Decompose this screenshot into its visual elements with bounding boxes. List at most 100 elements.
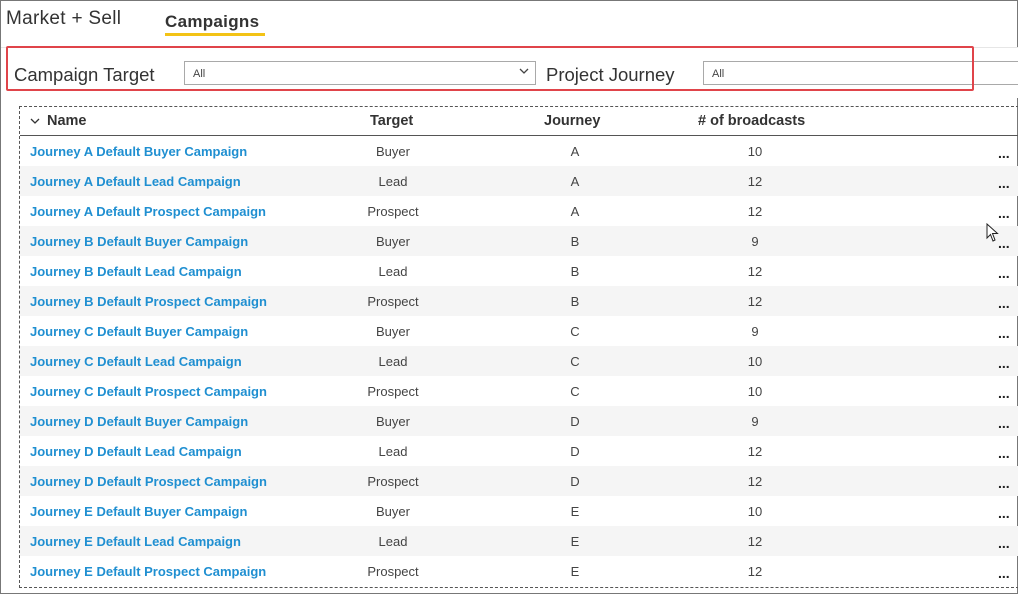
broadcasts-cell: 10 xyxy=(747,354,763,369)
app-window: Market + Sell Campaigns Campaign Target … xyxy=(0,0,1018,594)
target-cell: Lead xyxy=(378,444,408,459)
target-cell: Prospect xyxy=(367,474,419,489)
row-more-icon[interactable]: ... xyxy=(998,386,1010,400)
table-row: Journey A Default Lead Campaign Lead A 12..… xyxy=(20,166,1018,196)
campaign-name-link[interactable]: Journey B Default Lead Campaign xyxy=(30,264,242,279)
journey-cell: A xyxy=(570,174,580,189)
filter-bar: Campaign Target All Project Journey All xyxy=(1,48,1018,98)
broadcasts-cell: 9 xyxy=(751,324,759,339)
journey-cell: A xyxy=(570,144,580,159)
sort-chevron-icon[interactable] xyxy=(30,117,40,125)
table-row: Journey E Default Buyer Campaign Buyer E 10… xyxy=(20,496,1018,526)
row-more-icon[interactable]: ... xyxy=(998,296,1010,310)
row-more-icon[interactable]: ... xyxy=(998,536,1010,550)
broadcasts-cell: 12 xyxy=(747,444,763,459)
broadcasts-cell: 12 xyxy=(747,534,763,549)
journey-cell: D xyxy=(570,474,580,489)
table-row: Journey A Default Prospect Campaign Prosp… xyxy=(20,196,1018,226)
broadcasts-cell: 9 xyxy=(751,234,759,249)
table-row: Journey C Default Prospect Campaign Prosp… xyxy=(20,376,1018,406)
table-row: Journey E Default Lead Campaign Lead E 12..… xyxy=(20,526,1018,556)
table-row: Journey A Default Buyer Campaign Buyer A 10… xyxy=(20,136,1018,166)
broadcasts-cell: 10 xyxy=(747,504,763,519)
campaign-name-link[interactable]: Journey E Default Lead Campaign xyxy=(30,534,241,549)
row-more-icon[interactable]: ... xyxy=(998,416,1010,430)
campaign-name-link[interactable]: Journey C Default Buyer Campaign xyxy=(30,324,248,339)
journey-cell: D xyxy=(570,414,580,429)
row-more-icon[interactable]: ... xyxy=(998,266,1010,280)
campaign-name-link[interactable]: Journey A Default Buyer Campaign xyxy=(30,144,247,159)
row-more-icon[interactable]: ... xyxy=(998,476,1010,490)
project-journey-select[interactable]: All xyxy=(703,61,1018,85)
row-more-icon[interactable]: ... xyxy=(998,326,1010,340)
chevron-down-icon xyxy=(519,68,529,74)
row-more-icon[interactable]: ... xyxy=(998,176,1010,190)
target-cell: Buyer xyxy=(376,504,410,519)
campaign-name-link[interactable]: Journey E Default Prospect Campaign xyxy=(30,564,266,579)
campaign-name-link[interactable]: Journey D Default Prospect Campaign xyxy=(30,474,267,489)
campaign-name-link[interactable]: Journey A Default Prospect Campaign xyxy=(30,204,266,219)
campaign-target-select[interactable]: All xyxy=(184,61,536,85)
campaign-name-link[interactable]: Journey A Default Lead Campaign xyxy=(30,174,241,189)
campaign-target-value: All xyxy=(193,68,206,80)
project-journey-label: Project Journey xyxy=(546,64,675,85)
row-more-icon[interactable]: ... xyxy=(998,446,1010,460)
row-more-icon[interactable]: ... xyxy=(998,506,1010,520)
journey-cell: E xyxy=(570,504,580,519)
target-cell: Prospect xyxy=(367,294,419,309)
column-header-journey[interactable]: Journey xyxy=(544,113,600,129)
table-row: Journey E Default Prospect Campaign Prosp… xyxy=(20,556,1018,586)
row-more-icon[interactable]: ... xyxy=(998,356,1010,370)
target-cell: Prospect xyxy=(367,384,419,399)
row-more-icon[interactable]: ... xyxy=(998,206,1010,220)
broadcasts-cell: 12 xyxy=(747,294,763,309)
campaign-target-label: Campaign Target xyxy=(14,64,155,85)
broadcasts-cell: 12 xyxy=(747,204,763,219)
target-cell: Prospect xyxy=(367,564,419,579)
broadcasts-cell: 10 xyxy=(747,384,763,399)
journey-cell: B xyxy=(570,264,580,279)
target-cell: Lead xyxy=(378,354,408,369)
campaign-name-link[interactable]: Journey B Default Prospect Campaign xyxy=(30,294,267,309)
journey-cell: D xyxy=(570,444,580,459)
target-cell: Buyer xyxy=(376,324,410,339)
table-row: Journey B Default Buyer Campaign Buyer B 9.… xyxy=(20,226,1018,256)
row-more-icon[interactable]: ... xyxy=(998,146,1010,160)
app-title: Market + Sell xyxy=(6,8,122,29)
row-more-icon[interactable]: ... xyxy=(998,566,1010,580)
column-header-name[interactable]: Name xyxy=(47,113,87,129)
campaign-name-link[interactable]: Journey C Default Lead Campaign xyxy=(30,354,242,369)
target-cell: Prospect xyxy=(367,204,419,219)
campaign-name-link[interactable]: Journey D Default Lead Campaign xyxy=(30,444,242,459)
table-row: Journey B Default Prospect Campaign Prosp… xyxy=(20,286,1018,316)
column-header-broadcasts[interactable]: # of broadcasts xyxy=(698,113,805,129)
target-cell: Buyer xyxy=(376,144,410,159)
broadcasts-cell: 10 xyxy=(747,144,763,159)
journey-cell: E xyxy=(570,564,580,579)
project-journey-value: All xyxy=(712,68,725,80)
journey-cell: B xyxy=(570,294,580,309)
campaign-name-link[interactable]: Journey D Default Buyer Campaign xyxy=(30,414,248,429)
table-header: Name Target Journey # of broadcasts xyxy=(20,107,1018,136)
mouse-cursor-icon xyxy=(986,223,999,242)
target-cell: Lead xyxy=(378,534,408,549)
column-header-target[interactable]: Target xyxy=(370,113,413,129)
campaign-name-link[interactable]: Journey B Default Buyer Campaign xyxy=(30,234,248,249)
campaigns-table: Name Target Journey # of broadcasts Jour… xyxy=(19,106,1018,588)
target-cell: Buyer xyxy=(376,234,410,249)
active-tab-indicator xyxy=(165,33,265,36)
campaign-name-link[interactable]: Journey C Default Prospect Campaign xyxy=(30,384,267,399)
target-cell: Lead xyxy=(378,264,408,279)
journey-cell: E xyxy=(570,534,580,549)
broadcasts-cell: 12 xyxy=(747,264,763,279)
table-row: Journey C Default Lead Campaign Lead C 10..… xyxy=(20,346,1018,376)
table-row: Journey D Default Lead Campaign Lead D 12..… xyxy=(20,436,1018,466)
journey-cell: A xyxy=(570,204,580,219)
journey-cell: C xyxy=(570,324,580,339)
campaign-name-link[interactable]: Journey E Default Buyer Campaign xyxy=(30,504,247,519)
broadcasts-cell: 9 xyxy=(751,414,759,429)
tab-campaigns[interactable]: Campaigns xyxy=(165,12,259,32)
journey-cell: C xyxy=(570,354,580,369)
journey-cell: C xyxy=(570,384,580,399)
table-row: Journey B Default Lead Campaign Lead B 12..… xyxy=(20,256,1018,286)
